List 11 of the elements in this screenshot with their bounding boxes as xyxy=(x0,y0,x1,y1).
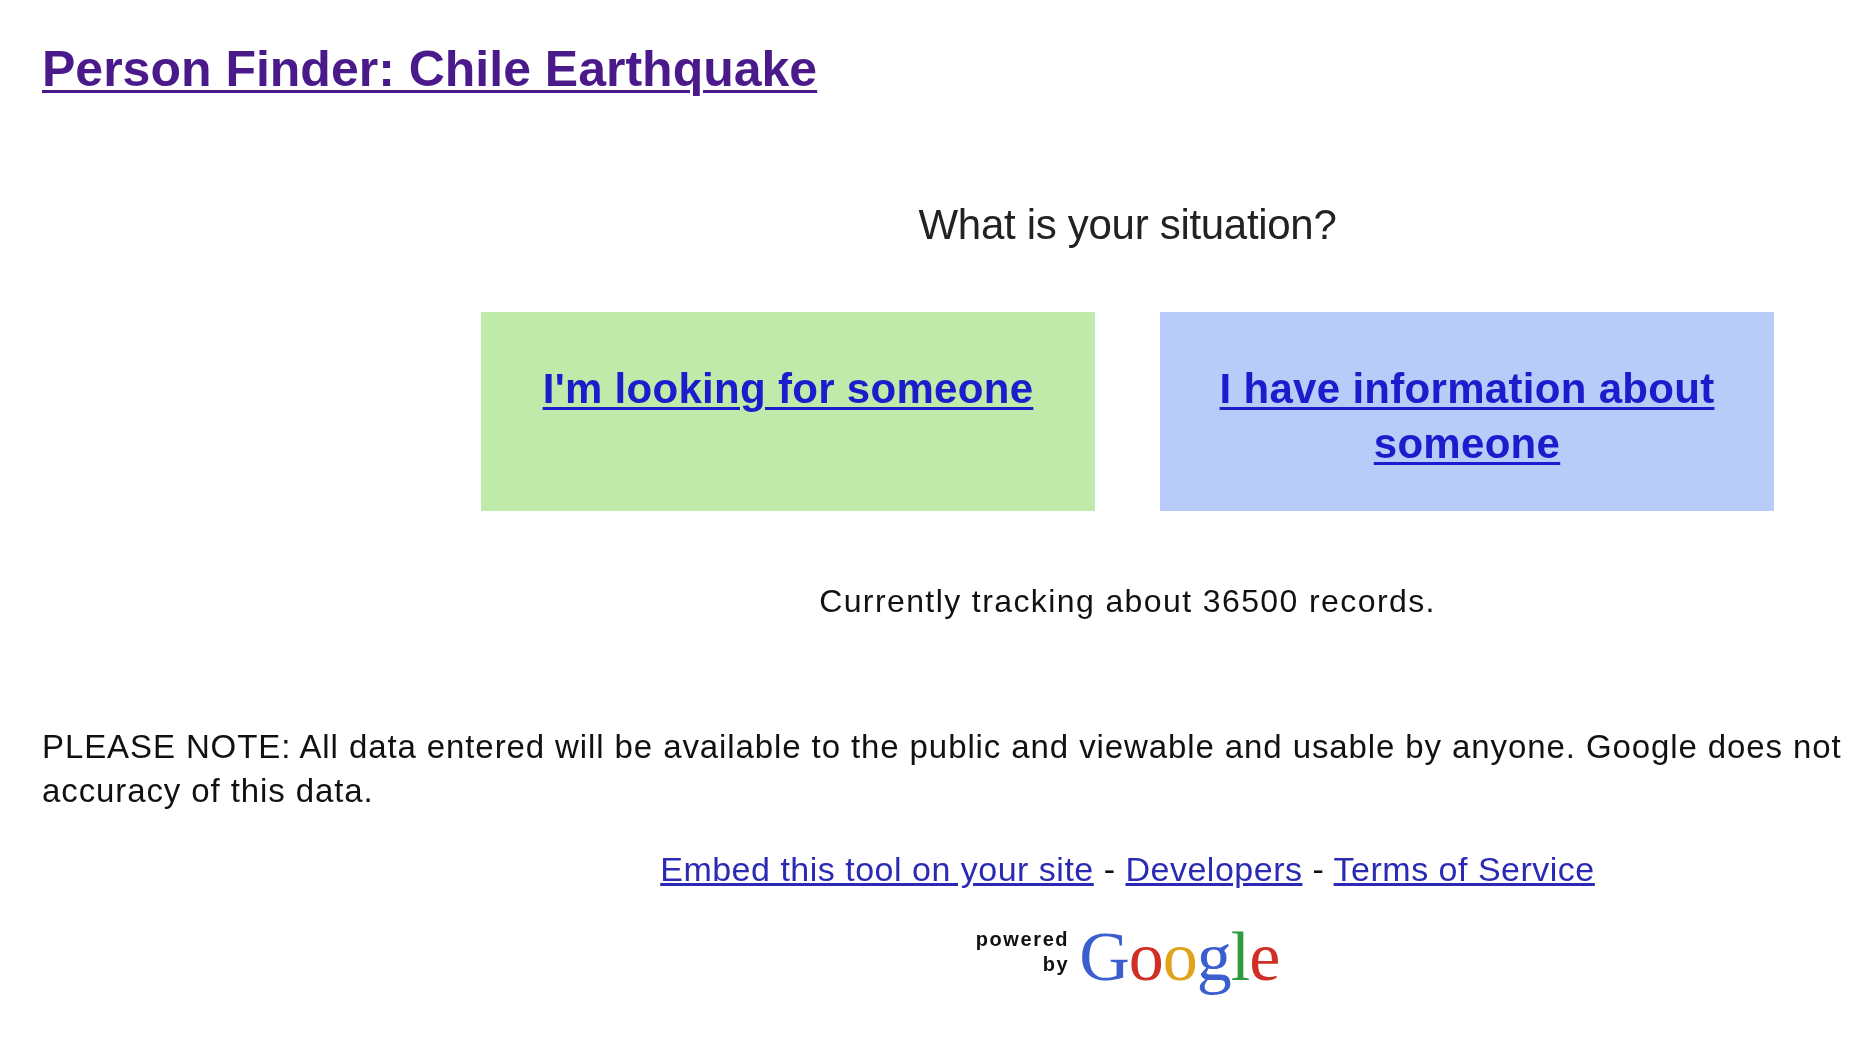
footer-link[interactable]: Developers xyxy=(1125,850,1303,888)
footer-link[interactable]: Embed this tool on your site xyxy=(660,850,1094,888)
link-separator: - xyxy=(1103,850,1116,888)
option-link[interactable]: I have information about someone xyxy=(1200,361,1734,471)
records-count-text: Currently tracking about 36500 records. xyxy=(819,582,1436,621)
page-title-link[interactable]: Person Finder: Chile Earthquake xyxy=(42,41,818,97)
footer-link[interactable]: Terms of Service xyxy=(1333,850,1595,888)
option-link[interactable]: I'm looking for someone xyxy=(542,361,1034,416)
notice-text: PLEASE NOTE: All data entered will be available to the public and viewable and usable by anyone. Google does not accuracy of this data. xyxy=(42,727,1842,811)
situation-question: What is your situation? xyxy=(918,200,1337,250)
link-separator: - xyxy=(1312,850,1325,888)
